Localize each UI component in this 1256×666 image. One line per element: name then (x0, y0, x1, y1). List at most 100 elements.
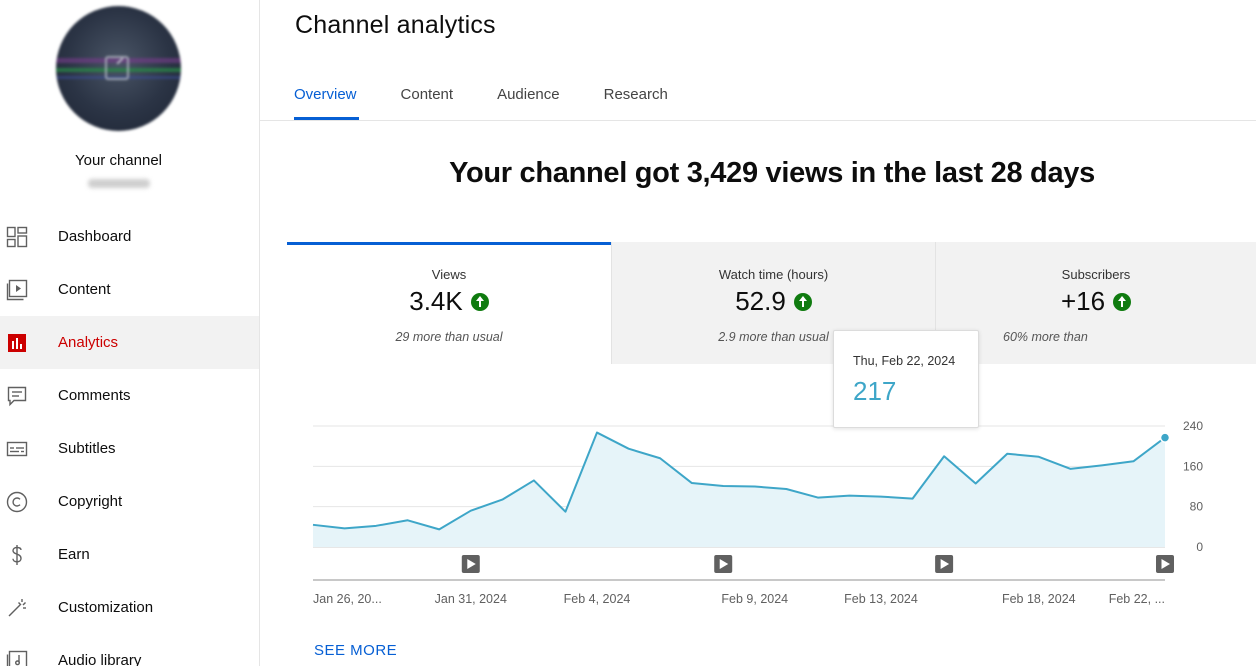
sidebar-item-label: Customization (58, 599, 154, 616)
highlighted-data-point (1159, 432, 1171, 443)
channel-avatar[interactable] (56, 6, 181, 131)
sidebar-item-label: Comments (58, 387, 131, 404)
data-point (1005, 452, 1009, 456)
sidebar-item-label: Content (58, 281, 111, 298)
subtitles-icon (6, 438, 28, 460)
sidebar-item-label: Earn (58, 546, 90, 563)
main-panel: Channel analytics Overview Content Audie… (260, 0, 1256, 666)
x-tick-label: Feb 22, ... (1109, 592, 1165, 606)
metric-label: Views (431, 267, 467, 282)
metric-label: Subscribers (1061, 267, 1131, 282)
tooltip-value: 217 (853, 376, 897, 406)
content-icon (6, 279, 28, 301)
x-tick-label: Feb 18, 2024 (1002, 592, 1076, 606)
data-point (437, 527, 441, 531)
data-point (563, 510, 567, 514)
x-tick-label: Jan 31, 2024 (435, 592, 507, 606)
views-chart-svg[interactable]: 0 80 160 240 Jan 26, 20... Jan 31, 2024 Feb 4,… (287, 364, 1256, 624)
earn-icon (6, 544, 28, 566)
x-tick-label: Feb 9, 2024 (721, 592, 788, 606)
comments-icon (6, 385, 28, 407)
page-title: Channel analytics (295, 11, 496, 39)
customization-icon (6, 597, 28, 619)
metric-value: 52.9 (735, 286, 786, 316)
audio-library-icon (6, 650, 28, 666)
x-tick-label: Jan 26, 20... (313, 592, 382, 606)
see-more-link[interactable]: SEE MORE (314, 642, 397, 659)
data-point (532, 478, 536, 482)
data-point (595, 431, 599, 435)
x-tick-label: Feb 4, 2024 (564, 592, 631, 606)
metric-comparison: 60% more than (1003, 330, 1088, 344)
channel-name: Your channel (74, 152, 163, 169)
y-tick-label: 160 (1183, 459, 1203, 473)
sidebar-item-subtitles[interactable]: Subtitles (0, 422, 259, 475)
data-point (627, 447, 631, 451)
channel-handle-blurred (88, 179, 150, 188)
x-tick-label: Feb 13, 2024 (844, 592, 918, 606)
tab-bar: Overview Content Audience Research (294, 80, 712, 120)
trend-up-icon (793, 292, 812, 311)
data-point (406, 518, 410, 522)
tab-overview[interactable]: Overview (294, 80, 359, 120)
metric-comparison: 29 more than usual (395, 330, 503, 344)
sidebar-item-label: Subtitles (58, 440, 116, 457)
data-point (1037, 455, 1041, 459)
trend-up-icon (1113, 292, 1132, 311)
data-point (500, 498, 504, 502)
tab-content[interactable]: Content (401, 80, 454, 120)
sidebar-item-customization[interactable]: Customization (0, 581, 259, 634)
trend-up-icon (470, 292, 489, 311)
sidebar-item-audio-library[interactable]: Audio library (0, 634, 259, 666)
data-point (1131, 459, 1135, 463)
copyright-icon (6, 491, 28, 513)
data-point (879, 495, 883, 499)
metric-cards: Views 3.4K 29 more than usual Watch time… (287, 242, 1256, 364)
sidebar: Your channel Dashboard Content Analytics… (0, 0, 260, 666)
sidebar-item-earn[interactable]: Earn (0, 528, 259, 581)
data-point (942, 454, 946, 458)
sidebar-item-dashboard[interactable]: Dashboard (0, 210, 259, 263)
tooltip-date: Thu, Feb 22, 2024 (853, 354, 956, 368)
data-point (1100, 463, 1104, 467)
data-point (658, 456, 662, 460)
tab-divider (260, 120, 1256, 121)
sidebar-item-label: Dashboard (58, 228, 132, 245)
edit-avatar-icon[interactable] (105, 56, 129, 80)
data-point (311, 523, 315, 527)
metric-value: 3.4K (409, 286, 463, 316)
data-point (721, 484, 725, 488)
sidebar-nav: Dashboard Content Analytics Comments Sub… (0, 210, 259, 666)
data-point (911, 497, 915, 501)
metric-card-subscribers[interactable]: Subscribers +16 60% more than (935, 242, 1256, 364)
sidebar-item-analytics[interactable]: Analytics (0, 316, 259, 369)
sidebar-item-content[interactable]: Content (0, 263, 259, 316)
data-point (753, 485, 757, 489)
sidebar-item-comments[interactable]: Comments (0, 369, 259, 422)
analytics-icon (6, 332, 28, 354)
views-chart[interactable]: 0 80 160 240 Jan 26, 20... Jan 31, 2024 Feb 4,… (287, 364, 1256, 624)
data-point (343, 526, 347, 530)
sidebar-item-copyright[interactable]: Copyright (0, 475, 259, 528)
y-tick-label: 0 (1196, 540, 1203, 554)
sidebar-item-label: Copyright (58, 493, 123, 510)
y-tick-label: 240 (1183, 419, 1203, 433)
sidebar-item-label: Analytics (58, 334, 119, 351)
summary-headline: Your channel got 3,429 views in the last… (449, 157, 1095, 189)
metric-value: +16 (1060, 286, 1106, 316)
dashboard-icon (6, 226, 28, 248)
data-point (816, 496, 820, 500)
tab-research[interactable]: Research (604, 80, 668, 120)
data-point (690, 481, 694, 485)
data-point (974, 481, 978, 485)
chart-tooltip: Thu, Feb 22, 2024 217 (833, 330, 979, 428)
y-tick-label: 80 (1190, 500, 1204, 514)
data-point (1068, 467, 1072, 471)
data-point (469, 509, 473, 513)
tab-audience[interactable]: Audience (497, 80, 560, 120)
data-point (374, 524, 378, 528)
data-point (847, 494, 851, 498)
sidebar-item-label: Audio library (58, 652, 142, 666)
data-point (784, 487, 788, 491)
metric-card-views[interactable]: Views 3.4K 29 more than usual (287, 242, 611, 364)
